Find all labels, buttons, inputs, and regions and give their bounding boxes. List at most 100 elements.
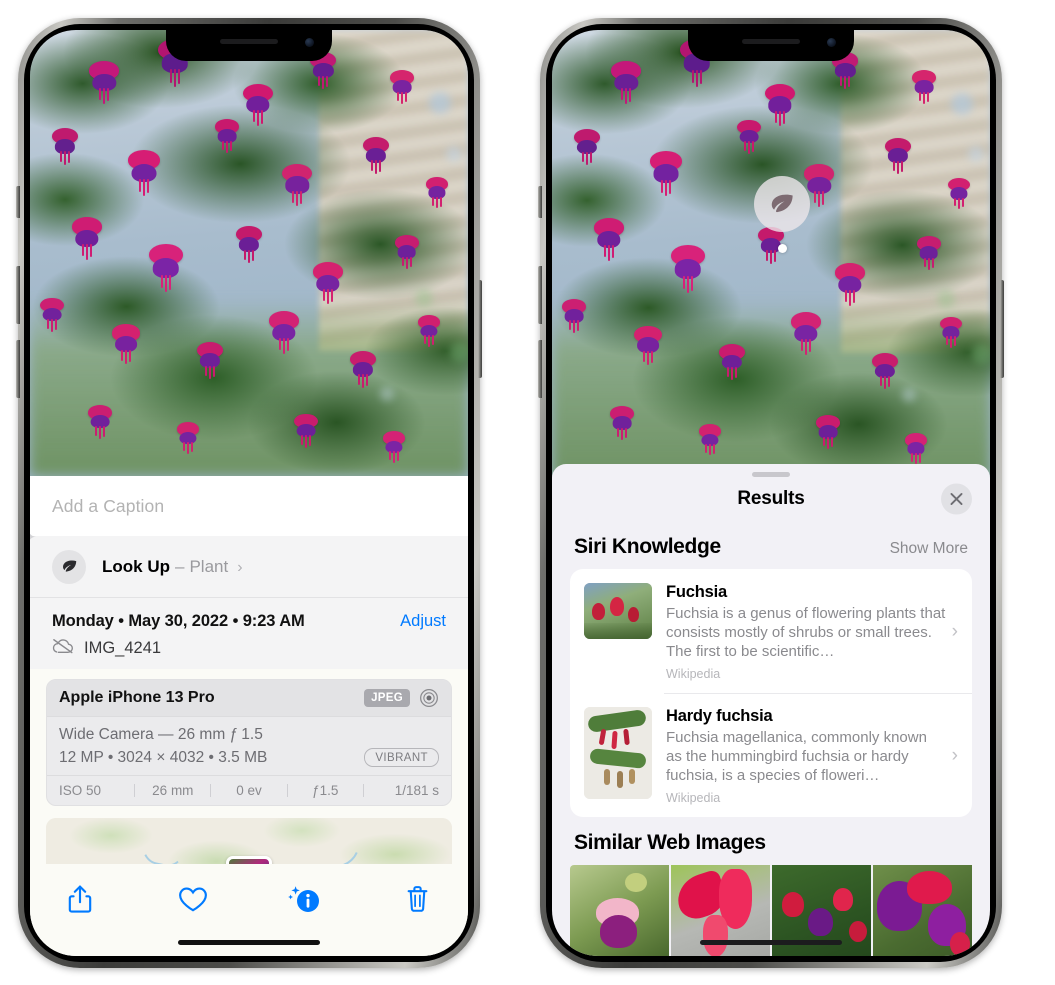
list-item[interactable]: Fuchsia Fuchsia is a genus of flowering …: [570, 569, 972, 693]
chevron-right-icon: ›: [951, 621, 958, 643]
lens-info: Wide Camera — 26 mm ƒ 1.5: [59, 726, 263, 743]
delete-button[interactable]: [396, 877, 440, 921]
sheet-title: Results: [737, 488, 805, 509]
web-image-4[interactable]: [873, 865, 972, 956]
fuchsia-bloom: [88, 404, 113, 441]
fuchsia-bloom: [242, 83, 273, 129]
silent-switch[interactable]: [16, 186, 20, 218]
visual-look-up-anchor-dot: [778, 244, 787, 253]
photo-bokeh: [972, 343, 990, 364]
volume-up-button[interactable]: [16, 266, 20, 324]
fuchsia-bloom: [574, 128, 601, 168]
front-camera: [305, 38, 314, 47]
caption-input[interactable]: Add a Caption: [30, 476, 468, 536]
similar-web-images-header: Similar Web Images: [552, 817, 990, 863]
format-badge: JPEG: [364, 689, 410, 707]
fuchsia-bloom: [71, 217, 102, 262]
card-body: Fuchsia Fuchsia is a genus of flowering …: [666, 583, 946, 681]
fuchsia-bloom: [834, 262, 865, 308]
filename-row: IMG_4241: [52, 638, 446, 659]
fuchsia-bloom: [939, 316, 962, 350]
caption-placeholder: Add a Caption: [52, 495, 165, 516]
photo-viewer[interactable]: [552, 30, 990, 478]
look-up-dash: –: [175, 556, 185, 576]
sheet-header: Results: [552, 477, 990, 521]
fuchsia-bloom: [634, 325, 663, 368]
fuchsia-bloom: [127, 150, 160, 198]
fuchsia-bloom: [349, 351, 376, 390]
section-title-similar-web-images: Similar Web Images: [574, 831, 766, 855]
card-title: Fuchsia: [666, 583, 727, 601]
fuchsia-bloom: [764, 83, 795, 129]
show-more-button[interactable]: Show More: [890, 540, 968, 558]
visual-look-up-badge[interactable]: [754, 176, 810, 232]
exif-stat: 26 mm: [152, 783, 194, 798]
exif-stat: 0 ev: [236, 783, 262, 798]
volume-down-button[interactable]: [16, 340, 20, 398]
size-info-row: 12 MP • 3024 × 4032 • 3.5 MB VIBRANT: [59, 748, 439, 767]
fuchsia-bloom: [649, 150, 682, 199]
fuchsia-bloom: [815, 415, 840, 451]
fuchsia-bloom: [293, 413, 318, 450]
fuchsia-flower-thumbnail: [584, 583, 652, 639]
photo-info-pane: Add a Caption ✦ ✦ Look Up – Plant ›: [30, 476, 468, 956]
aperture-icon: [419, 688, 439, 708]
photo-bokeh: [450, 342, 468, 363]
look-up-row[interactable]: ✦ ✦ Look Up – Plant ›: [30, 528, 468, 598]
card-description: Fuchsia is a genus of flowering plants t…: [666, 605, 946, 661]
fuchsia-bloom: [718, 343, 745, 383]
notch: [688, 30, 854, 61]
fuchsia-bloom: [593, 218, 624, 263]
front-camera: [827, 38, 836, 47]
fuchsia-bloom: [948, 177, 971, 211]
earpiece-speaker: [742, 39, 800, 44]
volume-up-button[interactable]: [538, 266, 542, 324]
card-source: Wikipedia: [666, 667, 721, 682]
hardy-fuchsia-specimen-thumbnail: [584, 707, 652, 800]
fuchsia-bloom: [611, 61, 642, 106]
fuchsia-bloom: [698, 424, 721, 457]
leaf-icon: [52, 549, 86, 584]
fuchsia-bloom: [417, 315, 440, 348]
icloud-slash-icon: [52, 638, 74, 659]
fuchsia-bloom: [904, 433, 927, 466]
photo-bokeh: [446, 145, 463, 162]
web-image-1[interactable]: [570, 865, 669, 956]
home-indicator[interactable]: [700, 940, 842, 945]
card-source: Wikipedia: [666, 791, 721, 806]
photo-bokeh: [428, 92, 451, 115]
adjust-button[interactable]: Adjust: [400, 612, 446, 631]
exif-header-badges: JPEG: [364, 688, 439, 708]
exif-body: Wide Camera — 26 mm ƒ 1.5 12 MP • 3024 ×…: [47, 717, 451, 775]
card-title: Hardy fuchsia: [666, 707, 773, 726]
results-sheet: Results Siri Knowledge Show More Fuchsia…: [552, 464, 990, 956]
style-badge: VIBRANT: [364, 748, 439, 767]
fuchsia-bloom: [363, 137, 390, 176]
chevron-right-icon: ›: [951, 745, 958, 767]
card-description: Fuchsia magellanica, commonly known as t…: [666, 729, 927, 785]
info-button[interactable]: [283, 877, 327, 921]
look-up-label-group: Look Up – Plant ›: [102, 557, 243, 577]
section-title-siri-knowledge: Siri Knowledge: [574, 535, 721, 558]
power-button[interactable]: [478, 280, 482, 378]
list-item[interactable]: Hardy fuchsia Fuchsia magellanica, commo…: [570, 693, 972, 817]
exif-header: Apple iPhone 13 Pro JPEG: [47, 680, 451, 717]
fuchsia-bloom: [871, 352, 898, 392]
power-button[interactable]: [1000, 280, 1004, 378]
home-indicator[interactable]: [178, 940, 320, 945]
right-phone: Results Siri Knowledge Show More Fuchsia…: [538, 18, 1004, 968]
share-button[interactable]: [58, 877, 102, 921]
photo-viewer[interactable]: [30, 30, 468, 476]
close-icon[interactable]: [941, 483, 972, 515]
favorite-button[interactable]: [171, 877, 215, 921]
exif-stat: ISO 50: [59, 783, 102, 798]
fuchsia-bloom: [390, 70, 415, 106]
fuchsia-bloom: [236, 226, 262, 265]
silent-switch[interactable]: [538, 186, 542, 218]
fuchsia-bloom: [916, 236, 941, 272]
photo-bokeh: [415, 288, 434, 307]
photo-filename: IMG_4241: [84, 639, 162, 657]
fuchsia-bloom: [670, 245, 705, 296]
volume-down-button[interactable]: [538, 340, 542, 398]
fuchsia-bloom: [912, 70, 937, 106]
